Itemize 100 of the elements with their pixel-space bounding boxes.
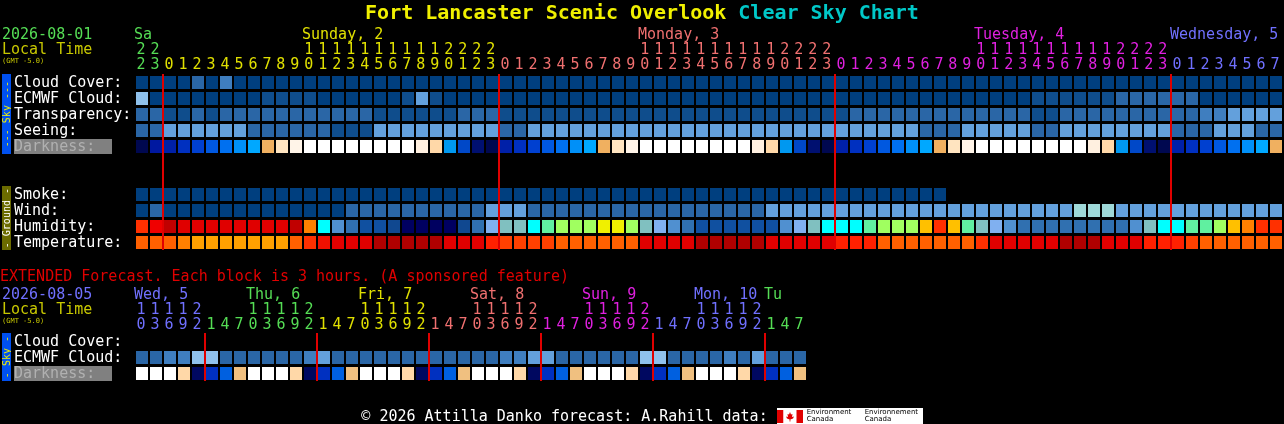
hour-label: 11 [654, 42, 664, 72]
hour-label: 6 [1256, 57, 1266, 72]
hour-label: 22 [752, 302, 762, 332]
row-label: Temperature: [14, 234, 123, 250]
row-label: Cloud Cover: [14, 74, 123, 90]
hour-label: 20 [780, 42, 790, 72]
hour-label: 13 [346, 42, 356, 72]
site-title: Fort Lancaster Scenic Overlook [365, 0, 727, 24]
copyright-text: © 2026 Attilla Danko [361, 408, 542, 424]
hour-label: 23 [822, 42, 832, 72]
hour-label: 13 [682, 42, 692, 72]
hour-label: 0 [500, 57, 510, 72]
hour-label: 23 [1158, 42, 1168, 72]
hour-label: 1 [654, 317, 664, 332]
day-label: Sun, 9 [582, 287, 637, 302]
day-label: Monday, 3 [638, 27, 720, 42]
hour-label: 4 [892, 57, 902, 72]
day-label: Tuesday, 4 [974, 27, 1065, 42]
day-label: Tu [764, 287, 783, 302]
hour-label: 21 [458, 42, 468, 72]
hour-label: 3 [878, 57, 888, 72]
hour-label: 7 [262, 57, 272, 72]
hour-label: 19 [1102, 42, 1112, 72]
hour-label: 13 [710, 302, 720, 332]
day-label: Wed, 5 [134, 287, 189, 302]
hour-label: 1 [430, 317, 440, 332]
hour-label: 10 [640, 42, 650, 72]
hour-label: 15 [374, 42, 384, 72]
day-label: Wednesday, 5 [1170, 27, 1279, 42]
hour-label: 0 [164, 57, 174, 72]
hour-label: 10 [472, 302, 482, 332]
hour-label: 13 [150, 302, 160, 332]
hour-label: 9 [962, 57, 972, 72]
hour-label: 7 [598, 57, 608, 72]
hour-label: 20 [1116, 42, 1126, 72]
hour-label: 9 [290, 57, 300, 72]
hour-label: 12 [332, 42, 342, 72]
hour-label: 2 [192, 57, 202, 72]
hour-label: 13 [1018, 42, 1028, 72]
hour-label: 16 [724, 42, 734, 72]
hour-label: 10 [248, 302, 258, 332]
hour-label: 7 [1270, 57, 1280, 72]
row-label: Cloud Cover: [14, 333, 123, 349]
hour-label: 7 [570, 317, 580, 332]
local-time-label: Local Time [2, 42, 93, 57]
hour-label: 4 [332, 317, 342, 332]
hour-label: 5 [1242, 57, 1252, 72]
hour-label: 4 [1228, 57, 1238, 72]
hour-label: 8 [276, 57, 286, 72]
hour-label: 12 [1004, 42, 1014, 72]
row-label: Humidity: [14, 218, 96, 234]
hour-label: 6 [584, 57, 594, 72]
hour-label: 4 [444, 317, 454, 332]
day-label: Fri, 7 [358, 287, 413, 302]
hour-label: 13 [598, 302, 608, 332]
hour-label: 4 [780, 317, 790, 332]
hour-label: 4 [556, 317, 566, 332]
hour-label: 23 [486, 42, 496, 72]
hour-label: 1 [850, 57, 860, 72]
row-label: Seeing: [14, 122, 78, 138]
hour-label: 7 [794, 317, 804, 332]
hour-label: 22 [808, 42, 818, 72]
hour-label: 5 [570, 57, 580, 72]
hour-label: 7 [234, 317, 244, 332]
hour-label: 18 [416, 42, 426, 72]
row-label: ECMWF Cloud: [14, 90, 123, 106]
hour-label: 1 [766, 317, 776, 332]
hour-label: 4 [668, 317, 678, 332]
hour-label: 10 [360, 302, 370, 332]
hour-label: 7 [934, 57, 944, 72]
day-label: Sat, 8 [470, 287, 525, 302]
row-label: ECMWF Cloud: [14, 349, 123, 365]
hour-label: 21 [1130, 42, 1140, 72]
hour-label: 19 [626, 302, 636, 332]
hour-label: 17 [738, 42, 748, 72]
hour-label: 1 [178, 57, 188, 72]
hour-label: 16 [388, 42, 398, 72]
hour-label: 19 [178, 302, 188, 332]
hour-label: 4 [556, 57, 566, 72]
hour-label: 22 [192, 302, 202, 332]
hour-label: 4 [220, 57, 230, 72]
day-label: Sunday, 2 [302, 27, 384, 42]
hour-label: 13 [262, 302, 272, 332]
hour-label: 2 [528, 57, 538, 72]
hour-label: 16 [612, 302, 622, 332]
hour-label: 19 [290, 302, 300, 332]
hour-label: 0 [836, 57, 846, 72]
hour-label: 22 [136, 42, 146, 72]
local-time-label: Local Time [2, 302, 93, 317]
hour-label: 22 [528, 302, 538, 332]
hour-label: 19 [430, 42, 440, 72]
hour-label: 12 [668, 42, 678, 72]
hour-label: 22 [640, 302, 650, 332]
hour-label: 16 [164, 302, 174, 332]
hour-label: 2 [1200, 57, 1210, 72]
hour-label: 1 [542, 317, 552, 332]
hour-label: 10 [304, 42, 314, 72]
hour-label: 9 [626, 57, 636, 72]
hour-label: 10 [136, 302, 146, 332]
hour-label: 10 [696, 302, 706, 332]
